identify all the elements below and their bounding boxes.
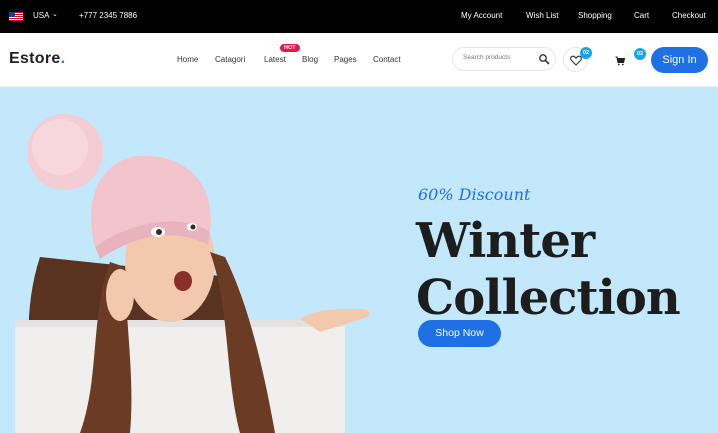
hero-banner: 60% Discount Winter Collection Shop Now xyxy=(0,87,718,433)
cart-icon xyxy=(615,56,625,66)
search-box xyxy=(452,47,556,71)
hero-title-line2: Collection xyxy=(416,270,681,326)
logo[interactable]: Estore. xyxy=(9,50,65,68)
main-navbar: Estore. Home Catagori Latest HOT Blog Pa… xyxy=(0,33,718,87)
cart-button[interactable] xyxy=(607,47,632,72)
top-bar: USA ⌄ +777 2345 7886 My Account Wish Lis… xyxy=(0,0,718,33)
nav-item-home[interactable]: Home xyxy=(177,55,198,64)
nav-item-latest[interactable]: Latest xyxy=(264,55,286,64)
shop-now-button[interactable]: Shop Now xyxy=(418,320,501,347)
logo-dot: . xyxy=(60,50,66,67)
heart-icon xyxy=(570,55,582,66)
logo-text: Estore xyxy=(9,50,61,67)
wishlist-count-badge: 02 xyxy=(580,47,592,59)
nav-item-pages[interactable]: Pages xyxy=(334,55,357,64)
wish-list-link[interactable]: Wish List xyxy=(526,11,558,20)
discount-label: 60% Discount xyxy=(418,185,531,204)
checkout-link[interactable]: Checkout xyxy=(672,11,706,20)
shopping-link[interactable]: Shopping xyxy=(578,11,612,20)
us-flag-icon[interactable] xyxy=(9,12,23,21)
search-icon[interactable] xyxy=(538,53,550,65)
hero-model-image xyxy=(15,114,370,433)
cart-link[interactable]: Cart xyxy=(634,11,649,20)
hot-badge: HOT xyxy=(280,44,300,52)
search-input[interactable] xyxy=(463,54,533,61)
chevron-down-icon[interactable]: ⌄ xyxy=(52,10,58,18)
cart-count-badge: 02 xyxy=(634,48,646,60)
hero-title: Winter Collection xyxy=(416,213,681,327)
hero-title-line1: Winter xyxy=(416,213,595,269)
country-selector[interactable]: USA xyxy=(33,11,49,20)
nav-item-blog[interactable]: Blog xyxy=(302,55,318,64)
nav-item-catagori[interactable]: Catagori xyxy=(215,55,245,64)
nav-item-contact[interactable]: Contact xyxy=(373,55,401,64)
my-account-link[interactable]: My Account xyxy=(461,11,502,20)
sign-in-button[interactable]: Sign In xyxy=(651,47,708,73)
phone-number: +777 2345 7886 xyxy=(79,11,138,20)
